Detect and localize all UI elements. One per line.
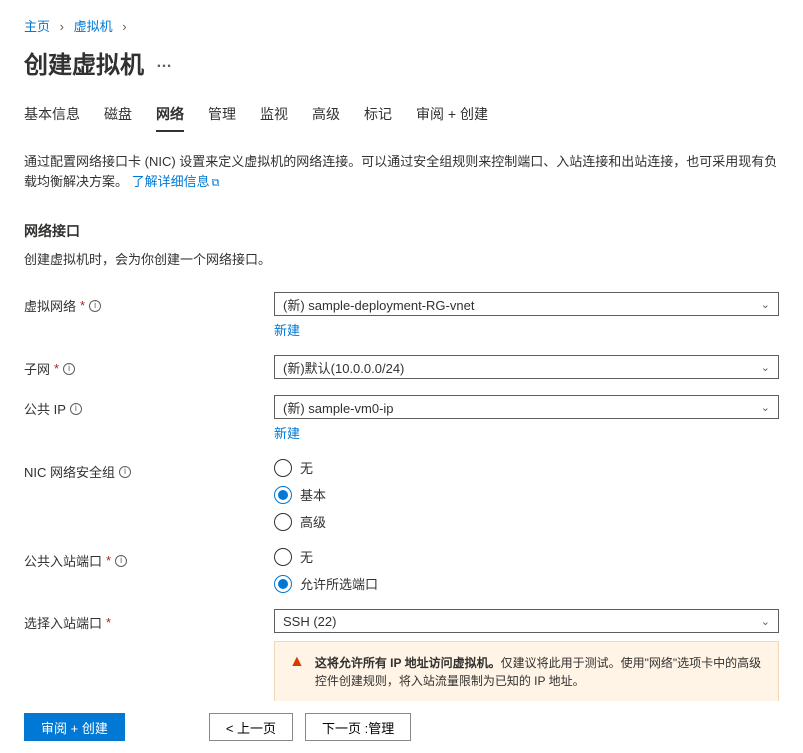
chevron-right-icon: › — [60, 19, 64, 34]
vnet-select[interactable]: (新) sample-deployment-RG-vnet ⌄ — [274, 292, 779, 316]
warning-icon: ▲ — [289, 654, 305, 690]
tab-manage[interactable]: 管理 — [208, 104, 236, 132]
chevron-right-icon: › — [122, 19, 126, 34]
description: 通过配置网络接口卡 (NIC) 设置来定义虚拟机的网络连接。可以通过安全组规则来… — [24, 152, 779, 191]
nsg-radio-none[interactable]: 无 — [274, 458, 779, 477]
review-create-button[interactable]: 审阅 + 创建 — [24, 713, 125, 741]
info-icon[interactable]: i — [115, 555, 127, 567]
inbound-label: 公共入站端口* i — [24, 547, 274, 570]
publicip-select[interactable]: (新) sample-vm0-ip ⌄ — [274, 395, 779, 419]
info-icon[interactable]: i — [89, 300, 101, 312]
chevron-down-icon: ⌄ — [761, 615, 770, 628]
ports-select[interactable]: SSH (22) ⌄ — [274, 609, 779, 633]
tabs: 基本信息 磁盘 网络 管理 监视 高级 标记 审阅 + 创建 — [24, 104, 779, 132]
info-icon[interactable]: i — [119, 466, 131, 478]
prev-button[interactable]: < 上一页 — [209, 713, 293, 741]
next-button[interactable]: 下一页 :管理 — [305, 713, 411, 741]
info-icon[interactable]: i — [70, 403, 82, 415]
learn-more-link[interactable]: 了解详细信息⧉ — [132, 174, 220, 189]
ports-label: 选择入站端口* — [24, 609, 274, 632]
vnet-create-link[interactable]: 新建 — [274, 320, 779, 339]
chevron-down-icon: ⌄ — [761, 298, 770, 311]
vnet-label: 虚拟网络* i — [24, 292, 274, 315]
info-icon[interactable]: i — [63, 363, 75, 375]
tab-tags[interactable]: 标记 — [364, 104, 392, 132]
tab-basic[interactable]: 基本信息 — [24, 104, 80, 132]
breadcrumb: 主页 › 虚拟机 › — [24, 16, 779, 35]
tab-monitor[interactable]: 监视 — [260, 104, 288, 132]
more-actions-button[interactable]: … — [156, 54, 172, 72]
nsg-label: NIC 网络安全组 i — [24, 458, 274, 481]
tab-advanced[interactable]: 高级 — [312, 104, 340, 132]
nsg-radio-basic[interactable]: 基本 — [274, 485, 779, 504]
publicip-label: 公共 IP i — [24, 395, 274, 418]
section-subtitle: 创建虚拟机时，会为你创建一个网络接口。 — [24, 249, 779, 268]
subnet-select[interactable]: (新)默认(10.0.0.0/24) ⌄ — [274, 355, 779, 379]
chevron-down-icon: ⌄ — [761, 361, 770, 374]
breadcrumb-vm[interactable]: 虚拟机 — [74, 19, 113, 34]
tab-disk[interactable]: 磁盘 — [104, 104, 132, 132]
section-title: 网络接口 — [24, 221, 779, 241]
publicip-create-link[interactable]: 新建 — [274, 423, 779, 442]
warning-box: ▲ 这将允许所有 IP 地址访问虚拟机。仅建议将此用于测试。使用"网络"选项卡中… — [274, 641, 779, 703]
tab-review[interactable]: 审阅 + 创建 — [416, 104, 488, 132]
inbound-radio-allow[interactable]: 允许所选端口 — [274, 574, 779, 593]
nsg-radio-advanced[interactable]: 高级 — [274, 512, 779, 531]
inbound-radio-none[interactable]: 无 — [274, 547, 779, 566]
page-title: 创建虚拟机 … — [24, 45, 779, 80]
chevron-down-icon: ⌄ — [761, 401, 770, 414]
external-link-icon: ⧉ — [212, 177, 220, 189]
footer: 审阅 + 创建 < 上一页 下一页 :管理 — [0, 701, 803, 753]
subnet-label: 子网* i — [24, 355, 274, 378]
tab-network[interactable]: 网络 — [156, 104, 184, 132]
breadcrumb-home[interactable]: 主页 — [24, 19, 50, 34]
